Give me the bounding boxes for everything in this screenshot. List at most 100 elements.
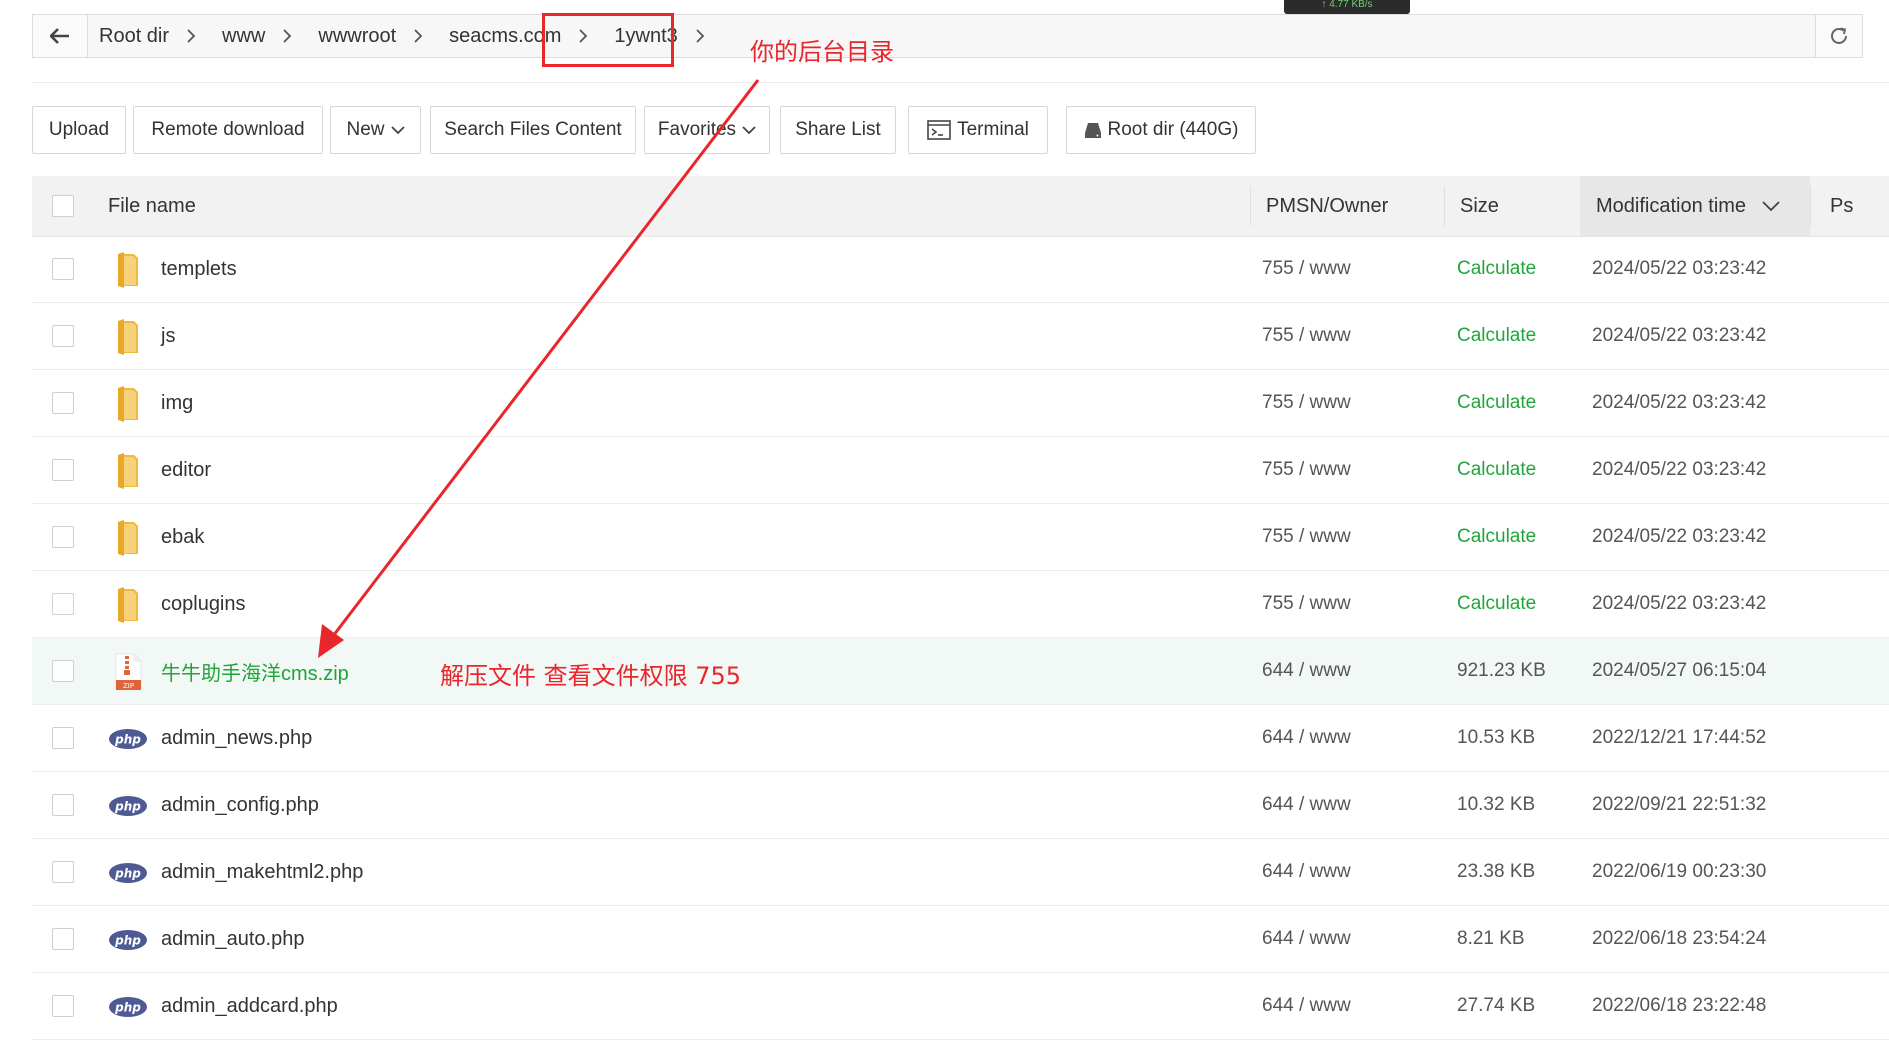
table-row[interactable]: templets 755 / www Calculate 2024/05/22 03:…	[32, 236, 1889, 303]
table-row[interactable]: editor 755 / www Calculate 2024/05/22 03:23…	[32, 437, 1889, 504]
calculate-size-link[interactable]: Calculate	[1457, 370, 1536, 436]
terminal-button[interactable]: Terminal	[908, 106, 1048, 154]
breadcrumb-item[interactable]: www	[210, 25, 306, 48]
file-name[interactable]: 牛牛助手海洋cms.zip	[161, 638, 349, 704]
file-pmsn-owner[interactable]: 644 / www	[1262, 772, 1351, 838]
calculate-size-link[interactable]: Calculate	[1457, 504, 1536, 570]
refresh-button[interactable]	[1815, 15, 1862, 57]
row-checkbox[interactable]	[52, 861, 74, 883]
file-modification-time: 2024/05/22 03:23:42	[1592, 325, 1767, 346]
path-bar: Root dir www wwwroot seacms.com 1ywnt3	[32, 14, 1863, 58]
table-row[interactable]: php admin_news.php 644 / www 10.53 KB 2022/1…	[32, 705, 1889, 772]
divider	[32, 82, 1889, 83]
svg-text:php: php	[114, 867, 141, 881]
svg-text:php: php	[114, 800, 141, 814]
file-name[interactable]: ebak	[161, 504, 204, 570]
file-name[interactable]: admin_makehtml2.php	[161, 839, 363, 905]
file-name[interactable]: admin_news.php	[161, 705, 312, 771]
breadcrumb-item[interactable]: wwwroot	[306, 25, 437, 48]
php-file-icon: php	[108, 920, 148, 960]
file-name[interactable]: editor	[161, 437, 211, 503]
refresh-icon	[1831, 27, 1847, 44]
file-size: 10.32 KB	[1457, 794, 1536, 815]
new-dropdown-button[interactable]: New	[330, 106, 421, 154]
header-file-name[interactable]: File name	[108, 176, 196, 236]
header-ps[interactable]: Ps	[1830, 176, 1853, 236]
file-pmsn-owner[interactable]: 755 / www	[1262, 571, 1351, 637]
header-size[interactable]: Size	[1460, 176, 1499, 236]
file-size: 10.53 KB	[1457, 727, 1536, 748]
calculate-size-link[interactable]: Calculate	[1457, 571, 1536, 637]
php-file-icon: php	[108, 719, 148, 759]
terminal-icon	[927, 120, 951, 140]
calculate-size-link[interactable]: Calculate	[1457, 236, 1536, 302]
file-modification-time: 2022/06/18 23:22:48	[1592, 995, 1767, 1016]
file-size: 8.21 KB	[1457, 928, 1525, 949]
select-all-checkbox[interactable]	[52, 195, 74, 217]
file-pmsn-owner[interactable]: 644 / www	[1262, 705, 1351, 771]
file-pmsn-owner[interactable]: 755 / www	[1262, 303, 1351, 369]
row-checkbox[interactable]	[52, 325, 74, 347]
remote-download-button[interactable]: Remote download	[133, 106, 323, 154]
table-row[interactable]: php admin_makehtml2.php 644 / www 23.38 KB 2…	[32, 839, 1889, 906]
file-name[interactable]: coplugins	[161, 571, 246, 637]
file-pmsn-owner[interactable]: 644 / www	[1262, 906, 1351, 972]
file-name[interactable]: img	[161, 370, 193, 436]
file-name[interactable]: templets	[161, 236, 237, 302]
row-checkbox[interactable]	[52, 258, 74, 280]
row-checkbox[interactable]	[52, 727, 74, 749]
chevron-right-icon	[696, 29, 705, 43]
favorites-dropdown-button[interactable]: Favorites	[644, 106, 770, 154]
table-row[interactable]: php admin_auto.php 644 / www 8.21 KB 2022/06…	[32, 906, 1889, 973]
file-modification-time: 2024/05/22 03:23:42	[1592, 593, 1767, 614]
file-name[interactable]: js	[161, 303, 175, 369]
sort-desc-chevron-icon	[1762, 201, 1780, 212]
file-name[interactable]: admin_auto.php	[161, 906, 304, 972]
back-button[interactable]	[33, 15, 88, 57]
table-row[interactable]: img 755 / www Calculate 2024/05/22 03:23:42	[32, 370, 1889, 437]
file-pmsn-owner[interactable]: 755 / www	[1262, 370, 1351, 436]
row-checkbox[interactable]	[52, 794, 74, 816]
file-name[interactable]: admin_addcard.php	[161, 973, 338, 1039]
file-pmsn-owner[interactable]: 755 / www	[1262, 236, 1351, 302]
table-row[interactable]: php admin_addcard.php 644 / www 27.74 KB 202…	[32, 973, 1889, 1040]
row-checkbox[interactable]	[52, 660, 74, 682]
folder-icon	[108, 317, 148, 357]
file-size: 27.74 KB	[1457, 995, 1536, 1016]
file-pmsn-owner[interactable]: 755 / www	[1262, 437, 1351, 503]
header-pmsn-owner[interactable]: PMSN/Owner	[1266, 176, 1388, 236]
php-file-icon: php	[108, 987, 148, 1027]
search-files-content-button[interactable]: Search Files Content	[430, 106, 636, 154]
file-pmsn-owner[interactable]: 755 / www	[1262, 504, 1351, 570]
row-checkbox[interactable]	[52, 392, 74, 414]
breadcrumb-item[interactable]: Root dir	[87, 25, 210, 48]
svg-text:ZIP: ZIP	[123, 682, 134, 690]
calculate-size-link[interactable]: Calculate	[1457, 303, 1536, 369]
row-checkbox[interactable]	[52, 928, 74, 950]
calculate-size-link[interactable]: Calculate	[1457, 437, 1536, 503]
table-row[interactable]: js 755 / www Calculate 2024/05/22 03:23:42	[32, 303, 1889, 370]
row-checkbox[interactable]	[52, 593, 74, 615]
table-row[interactable]: ebak 755 / www Calculate 2024/05/22 03:23:4…	[32, 504, 1889, 571]
folder-icon	[108, 250, 148, 290]
row-checkbox[interactable]	[52, 995, 74, 1017]
table-row[interactable]: php admin_config.php 644 / www 10.32 KB 2022…	[32, 772, 1889, 839]
table-row[interactable]: ZIP 牛牛助手海洋cms.zip 644 / www 921.23 KB 2024/0…	[32, 638, 1889, 705]
file-pmsn-owner[interactable]: 644 / www	[1262, 839, 1351, 905]
upload-button[interactable]: Upload	[32, 106, 126, 154]
php-file-icon: php	[108, 786, 148, 826]
annotation-unzip-note: 解压文件 查看文件权限 755	[440, 662, 742, 690]
folder-icon	[108, 384, 148, 424]
row-checkbox[interactable]	[52, 459, 74, 481]
header-modification-time[interactable]: Modification time	[1596, 176, 1780, 236]
annotation-highlight-box	[542, 13, 674, 67]
share-list-button[interactable]: Share List	[780, 106, 896, 154]
file-name[interactable]: admin_config.php	[161, 772, 319, 838]
table-row[interactable]: coplugins 755 / www Calculate 2024/05/22 03…	[32, 571, 1889, 638]
file-pmsn-owner[interactable]: 644 / www	[1262, 638, 1351, 704]
root-dir-disk-button[interactable]: Root dir (440G)	[1066, 106, 1256, 154]
annotation-backend-dir: 你的后台目录	[750, 38, 894, 66]
file-pmsn-owner[interactable]: 644 / www	[1262, 973, 1351, 1039]
folder-icon	[108, 518, 148, 558]
row-checkbox[interactable]	[52, 526, 74, 548]
